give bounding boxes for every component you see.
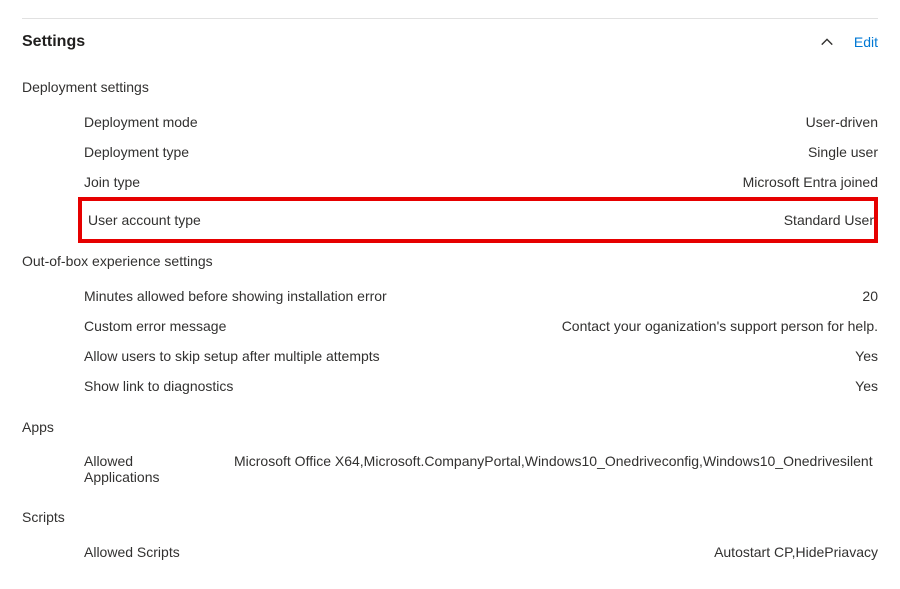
chevron-up-icon[interactable]: [820, 35, 834, 49]
oobe-customerr-value: Contact your oganization's support perso…: [246, 318, 878, 334]
deployment-type-row: Deployment type Single user: [22, 137, 878, 167]
join-type-row: Join type Microsoft Entra joined: [22, 167, 878, 197]
allowed-apps-value: Microsoft Office X64,Microsoft.CompanyPo…: [234, 453, 878, 485]
user-account-type-value: Standard User: [221, 212, 874, 228]
oobe-minutes-label: Minutes allowed before showing installat…: [84, 288, 407, 304]
page-title: Settings: [22, 33, 85, 51]
deployment-mode-value: User-driven: [218, 114, 878, 130]
deployment-type-label: Deployment type: [84, 144, 209, 160]
oobe-diag-value: Yes: [253, 378, 878, 394]
oobe-diag-label: Show link to diagnostics: [84, 378, 253, 394]
oobe-skip-row: Allow users to skip setup after multiple…: [22, 341, 878, 371]
deployment-mode-label: Deployment mode: [84, 114, 218, 130]
oobe-diag-row: Show link to diagnostics Yes: [22, 371, 878, 401]
deployment-mode-row: Deployment mode User-driven: [22, 107, 878, 137]
edit-button[interactable]: Edit: [854, 34, 878, 50]
oobe-skip-label: Allow users to skip setup after multiple…: [84, 348, 400, 364]
allowed-apps-row: Allowed Applications Microsoft Office X6…: [22, 447, 878, 491]
deployment-type-value: Single user: [209, 144, 878, 160]
join-type-value: Microsoft Entra joined: [160, 174, 878, 190]
oobe-settings-header: Out-of-box experience settings: [22, 253, 878, 269]
user-account-type-highlight: User account type Standard User: [78, 197, 878, 243]
allowed-scripts-value: Autostart CP,HidePriavacy: [200, 544, 878, 560]
user-account-type-label: User account type: [88, 212, 221, 228]
deployment-settings-header: Deployment settings: [22, 79, 878, 95]
oobe-customerr-label: Custom error message: [84, 318, 246, 334]
oobe-minutes-value: 20: [407, 288, 878, 304]
oobe-customerr-row: Custom error message Contact your oganiz…: [22, 311, 878, 341]
allowed-scripts-row: Allowed Scripts Autostart CP,HidePriavac…: [22, 537, 878, 567]
join-type-label: Join type: [84, 174, 160, 190]
apps-header: Apps: [22, 419, 878, 435]
scripts-header: Scripts: [22, 509, 878, 525]
oobe-minutes-row: Minutes allowed before showing installat…: [22, 281, 878, 311]
oobe-skip-value: Yes: [400, 348, 878, 364]
allowed-apps-label: Allowed Applications: [84, 453, 194, 485]
user-account-type-row: User account type Standard User: [88, 205, 874, 235]
settings-header: Settings Edit: [22, 33, 878, 51]
allowed-scripts-label: Allowed Scripts: [84, 544, 200, 560]
